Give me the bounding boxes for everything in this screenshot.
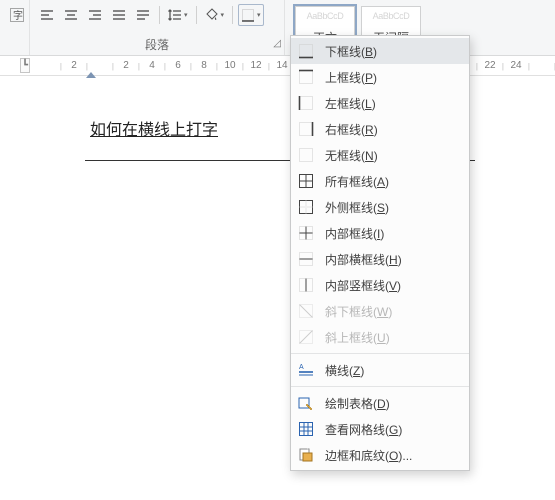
gridlines-icon — [297, 420, 315, 438]
inside-horizontal-icon — [297, 250, 315, 268]
menu-label: 内部竖框线(V) — [325, 277, 401, 294]
shading-button[interactable]: ▾ — [202, 4, 228, 26]
ruler[interactable]: ┗ 22468101214162224 — [0, 56, 555, 76]
inside-borders-icon — [297, 224, 315, 242]
ruler-tick: 2 — [61, 60, 87, 71]
menu-label: 横线(Z) — [325, 362, 364, 379]
ribbon-group-left: 字 — [0, 0, 30, 55]
menu-outside-borders[interactable]: 外侧框线(S) — [291, 194, 469, 220]
chevron-down-icon: ▾ — [257, 11, 261, 19]
menu-label: 无框线(N) — [325, 147, 378, 164]
diagonal-up-icon — [297, 328, 315, 346]
ruler-tick: 8 — [191, 60, 217, 71]
diagonal-down-icon — [297, 302, 315, 320]
menu-label: 内部框线(I) — [325, 225, 384, 242]
menu-horizontal-line[interactable]: A 横线(Z) — [291, 357, 469, 383]
all-borders-icon — [297, 172, 315, 190]
menu-bottom-border[interactable]: 下框线(B) — [291, 38, 469, 64]
borders-dropdown-menu: 下框线(B) 上框线(P) 左框线(L) 右框线(R) 无框线(N) 所有框线(… — [290, 35, 470, 471]
ribbon-group-paragraph: ▾ ▾ ▾ 段落 ◿ — [30, 0, 285, 55]
outside-borders-icon — [297, 198, 315, 216]
menu-label: 右框线(R) — [325, 121, 378, 138]
align-right-button[interactable] — [84, 4, 106, 26]
horizontal-line-icon: A — [297, 361, 315, 379]
distributed-button[interactable] — [132, 4, 154, 26]
justify-button[interactable] — [108, 4, 130, 26]
menu-view-gridlines[interactable]: 查看网格线(G) — [291, 416, 469, 442]
ruler-tick — [529, 60, 555, 71]
menu-label: 边框和底纹(O)... — [325, 447, 412, 464]
menu-label: 下框线(B) — [325, 43, 377, 60]
ruler-tick: 12 — [243, 60, 269, 71]
ruler-tick — [35, 60, 61, 71]
svg-text:字: 字 — [13, 9, 23, 22]
indent-marker-icon[interactable] — [86, 72, 96, 88]
menu-inside-borders[interactable]: 内部框线(I) — [291, 220, 469, 246]
align-center-button[interactable] — [60, 4, 82, 26]
ruler-tick: 22 — [477, 60, 503, 71]
menu-label: 左框线(L) — [325, 95, 376, 112]
menu-inside-horizontal[interactable]: 内部横框线(H) — [291, 246, 469, 272]
menu-label: 绘制表格(D) — [325, 395, 390, 412]
menu-left-border[interactable]: 左框线(L) — [291, 90, 469, 116]
menu-top-border[interactable]: 上框线(P) — [291, 64, 469, 90]
menu-separator — [291, 386, 469, 387]
bottom-border-icon — [297, 42, 315, 60]
menu-draw-table[interactable]: 绘制表格(D) — [291, 390, 469, 416]
line-spacing-button[interactable]: ▾ — [165, 4, 191, 26]
ruler-tick: 4 — [139, 60, 165, 71]
top-border-icon — [297, 68, 315, 86]
menu-label: 上框线(P) — [325, 69, 377, 86]
menu-borders-shading[interactable]: 边框和底纹(O)... — [291, 442, 469, 468]
menu-label: 斜上框线(U) — [325, 329, 390, 346]
menu-diagonal-down: 斜下框线(W) — [291, 298, 469, 324]
borders-split-button[interactable]: ▾ — [238, 4, 264, 26]
left-border-icon — [297, 94, 315, 112]
dialog-launcher-icon[interactable]: ◿ — [273, 38, 281, 49]
svg-text:A: A — [299, 364, 304, 371]
ruler-tick: 10 — [217, 60, 243, 71]
align-left-button[interactable] — [36, 4, 58, 26]
menu-label: 斜下框线(W) — [325, 303, 392, 320]
inside-vertical-icon — [297, 276, 315, 294]
menu-label: 所有框线(A) — [325, 173, 389, 190]
draw-table-icon — [297, 394, 315, 412]
chevron-down-icon: ▾ — [221, 11, 225, 19]
ribbon: 字 — [0, 0, 555, 56]
chevron-down-icon: ▾ — [184, 11, 188, 19]
menu-no-border[interactable]: 无框线(N) — [291, 142, 469, 168]
character-border-button[interactable]: 字 — [6, 4, 28, 26]
menu-label: 查看网格线(G) — [325, 421, 402, 438]
menu-diagonal-up: 斜上框线(U) — [291, 324, 469, 350]
document-area[interactable]: 如何在横线上打字 — [0, 76, 555, 161]
ruler-tick: 6 — [165, 60, 191, 71]
borders-shading-icon — [297, 446, 315, 464]
right-border-icon — [297, 120, 315, 138]
menu-inside-vertical[interactable]: 内部竖框线(V) — [291, 272, 469, 298]
ruler-tick: 2 — [113, 60, 139, 71]
menu-label: 内部横框线(H) — [325, 251, 402, 268]
menu-all-borders[interactable]: 所有框线(A) — [291, 168, 469, 194]
group-label-paragraph: 段落 — [30, 36, 284, 53]
tab-selector[interactable]: ┗ — [20, 58, 30, 73]
ruler-tick — [87, 60, 113, 71]
menu-label: 外侧框线(S) — [325, 199, 389, 216]
menu-right-border[interactable]: 右框线(R) — [291, 116, 469, 142]
no-border-icon — [297, 146, 315, 164]
ruler-tick: 24 — [503, 60, 529, 71]
menu-separator — [291, 353, 469, 354]
